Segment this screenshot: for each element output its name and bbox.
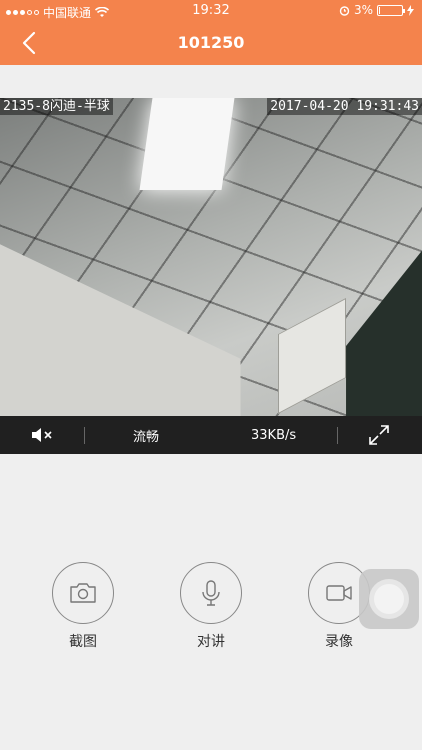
speaker-muted-icon <box>32 428 52 442</box>
control-divider <box>84 427 85 444</box>
quality-toggle[interactable]: 流畅 <box>133 416 159 454</box>
video-control-bar: 流畅 33KB/s <box>0 416 422 454</box>
screenshot-button[interactable]: 截图 <box>51 562 115 651</box>
battery-icon <box>377 4 405 16</box>
video-camera-icon <box>326 585 352 601</box>
record-label: 录像 <box>325 634 353 650</box>
charging-bolt-icon <box>407 4 414 16</box>
battery-level <box>379 6 380 14</box>
control-divider <box>337 427 338 444</box>
microphone-icon <box>202 580 220 606</box>
header: 中国联通 19:32 3% 101250 <box>0 0 422 65</box>
status-right: 3% <box>339 3 414 17</box>
fullscreen-button[interactable] <box>368 416 390 454</box>
page: 中国联通 19:32 3% 101250 2135-8闪迪-半球 2017-04… <box>0 0 422 750</box>
bitrate-readout: 33KB/s <box>251 427 297 443</box>
osd-channel-name: 2135-8闪迪-半球 <box>0 98 113 115</box>
osd-datetime: 2017-04-20 19:31:43 <box>267 98 422 115</box>
assistive-touch-icon <box>374 584 404 614</box>
video-player[interactable]: 2135-8闪迪-半球 2017-04-20 19:31:43 <box>0 98 422 416</box>
fullscreen-expand-icon <box>369 425 389 445</box>
screenshot-label: 截图 <box>69 634 97 650</box>
assistive-touch-button[interactable] <box>359 569 419 629</box>
camera-icon <box>70 583 96 603</box>
intercom-label: 对讲 <box>197 634 225 650</box>
intercom-button[interactable]: 对讲 <box>179 562 243 651</box>
battery-percent: 3% <box>353 3 373 17</box>
screenshot-circle <box>52 562 114 624</box>
page-title: 101250 <box>177 33 245 52</box>
video-ceiling-light <box>139 98 235 190</box>
mute-button[interactable] <box>30 416 54 454</box>
status-bar: 中国联通 19:32 3% <box>0 0 422 22</box>
intercom-circle <box>180 562 242 624</box>
alarm-clock-icon <box>339 5 350 16</box>
